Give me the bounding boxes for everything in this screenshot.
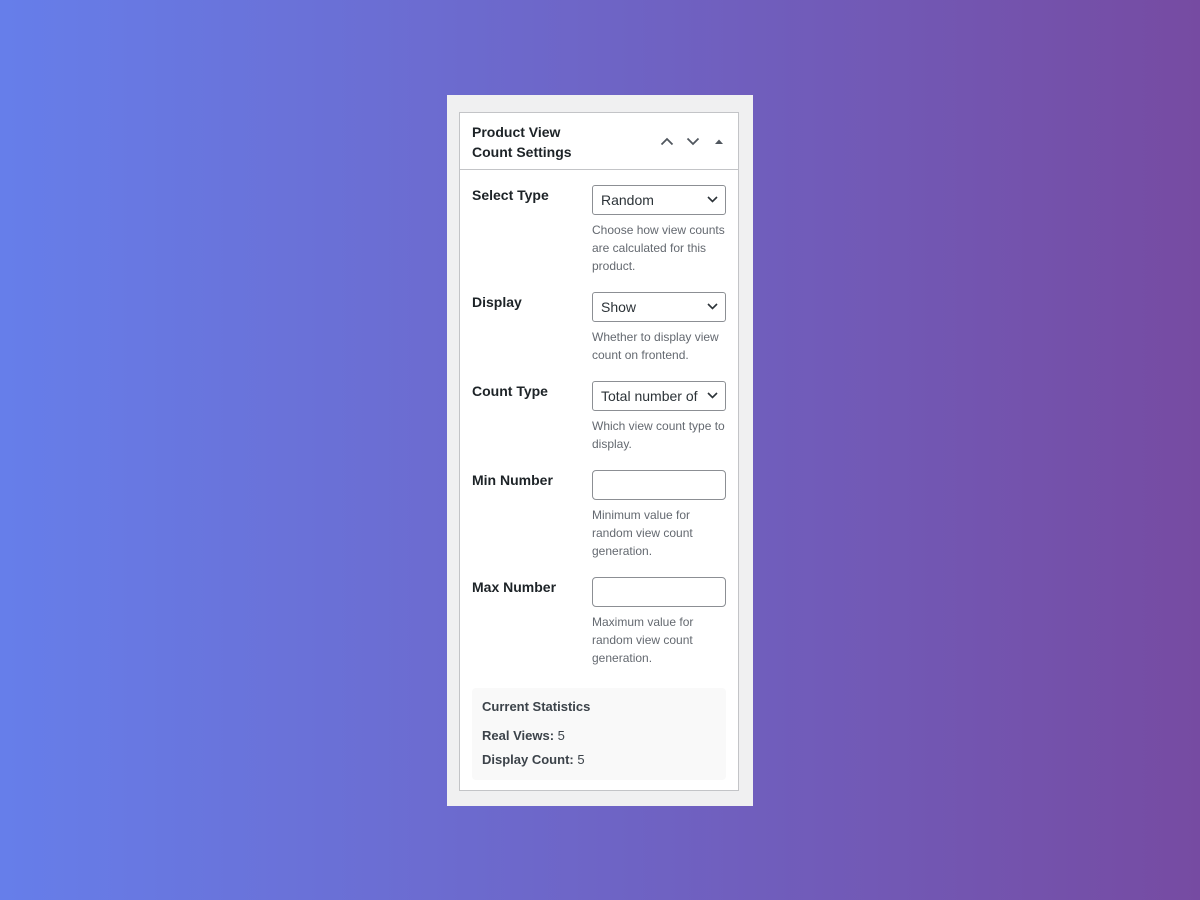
field-label: Display xyxy=(472,294,522,310)
field-control: Maximum value for random view count gene… xyxy=(592,577,726,667)
current-statistics-box: Current Statistics Real Views: 5 Display… xyxy=(472,688,726,780)
field-description: Whether to display view count on fronten… xyxy=(592,330,719,362)
toggle-panel-button[interactable] xyxy=(706,129,732,153)
field-min-number: Min Number Minimum value for random view… xyxy=(472,470,726,560)
count-type-dropdown[interactable]: Total number of xyxy=(592,381,726,411)
real-views-stat: Real Views: 5 xyxy=(482,727,716,745)
settings-metabox: Product View Count Settings Select Type … xyxy=(459,112,739,791)
select-value: Random xyxy=(601,192,654,208)
field-control: Show Whether to display view count on fr… xyxy=(592,292,726,364)
select-value: Total number of xyxy=(601,388,698,404)
select-type-dropdown[interactable]: Random xyxy=(592,185,726,215)
metabox-content: Select Type Random Choose how view count… xyxy=(460,170,738,792)
chevron-down-icon xyxy=(707,303,718,310)
field-control: Minimum value for random view count gene… xyxy=(592,470,726,560)
field-control: Total number of Which view count type to… xyxy=(592,381,726,453)
chevron-down-icon xyxy=(686,137,700,145)
real-views-value: 5 xyxy=(557,728,565,743)
field-description: Maximum value for random view count gene… xyxy=(592,615,694,665)
real-views-label: Real Views: xyxy=(482,728,555,743)
field-select-type: Select Type Random Choose how view count… xyxy=(472,185,726,275)
display-count-label: Display Count: xyxy=(482,752,574,767)
metabox-handle-actions xyxy=(654,129,732,153)
field-label: Max Number xyxy=(472,579,557,595)
field-description: Which view count type to display. xyxy=(592,419,725,451)
field-display: Display Show Whether to display view cou… xyxy=(472,292,726,364)
min-number-input[interactable] xyxy=(592,470,726,500)
stats-title: Current Statistics xyxy=(482,699,591,714)
field-control: Random Choose how view counts are calcul… xyxy=(592,185,726,275)
display-dropdown[interactable]: Show xyxy=(592,292,726,322)
move-up-button[interactable] xyxy=(654,129,680,153)
triangle-up-icon xyxy=(715,139,723,144)
field-label: Select Type xyxy=(472,187,549,203)
chevron-up-icon xyxy=(660,137,674,145)
move-down-button[interactable] xyxy=(680,129,706,153)
field-max-number: Max Number Maximum value for random view… xyxy=(472,577,726,667)
max-number-input[interactable] xyxy=(592,577,726,607)
field-label: Min Number xyxy=(472,472,553,488)
metabox-header: Product View Count Settings xyxy=(460,113,738,170)
chevron-down-icon xyxy=(707,392,718,399)
select-value: Show xyxy=(601,299,637,315)
metabox-frame: Product View Count Settings Select Type … xyxy=(447,95,753,806)
display-count-stat: Display Count: 5 xyxy=(482,751,716,769)
field-count-type: Count Type Total number of Which view co… xyxy=(472,381,726,453)
field-label: Count Type xyxy=(472,383,548,399)
field-description: Choose how view counts are calculated fo… xyxy=(592,223,725,273)
chevron-down-icon xyxy=(707,196,718,203)
metabox-title: Product View Count Settings xyxy=(472,124,572,160)
field-description: Minimum value for random view count gene… xyxy=(592,508,693,558)
display-count-value: 5 xyxy=(577,752,585,767)
